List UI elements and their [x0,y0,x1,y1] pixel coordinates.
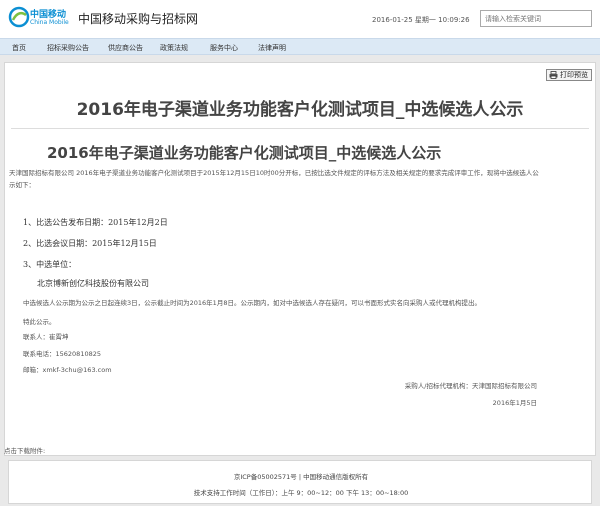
nav-item-home[interactable]: 首页 [12,43,26,53]
footer-copyright: 京ICP备05002571号 | 中国移动通信版权所有 [233,473,369,481]
list-item-winning-unit: 3、中选单位： [23,260,77,269]
list-item-notice-date: 1、比选公告发布日期：2015年12月2日 [23,218,168,227]
nav-item-legal[interactable]: 法律声明 [258,43,286,53]
site-header: 中国移动 China Mobile 中国移动采购与招标网 2016-01-25 … [0,0,600,38]
nav-item-policies[interactable]: 政策法规 [160,43,188,53]
article-intro: 天津国际招标有限公司 2016年电子渠道业务功能客户化测试项目于2015年12月… [9,169,539,189]
china-mobile-logo-icon [8,6,30,28]
title-divider [11,128,589,129]
site-title: 中国移动采购与招标网 [78,12,199,26]
contact-person: 联系人：崔霄坤 [23,333,69,341]
winning-company: 北京博新创亿科技股份有限公司 [37,279,149,288]
china-mobile-logo[interactable]: 中国移动 China Mobile [8,5,69,31]
list-item-meeting-date: 2、比选会议日期：2015年12月15日 [23,239,157,248]
printer-icon [549,71,558,79]
publicity-notice: 中选候选人公示期为公示之日起连续3日，公示截止时间为2016年1月8日。公示期内… [23,299,481,307]
logo-text-en: China Mobile [30,19,69,26]
current-datetime: 2016-01-25 星期一 10:09:26 [372,16,470,24]
contact-phone: 联系电话：15620810825 [23,350,101,358]
site-footer: 京ICP备05002571号 | 中国移动通信版权所有 技术支持工作时间（工作日… [8,460,592,504]
contact-email: 邮箱：xmkf-3chu@163.com [23,366,112,374]
attachment-download-label: 点击下载附件: [4,447,46,455]
print-preview-button[interactable]: 打印预览 [546,69,592,81]
nav-item-service-center[interactable]: 服务中心 [210,43,238,53]
main-nav: 首页 招标采购公告 供应商公告 政策法规 服务中心 法律声明 [0,38,600,55]
publish-date: 2016年1月5日 [492,399,537,407]
article-title: 2016年电子渠道业务功能客户化测试项目_中选候选人公示 [47,144,442,162]
closing-text: 特此公示。 [23,318,56,326]
footer-support-hours: 技术支持工作时间（工作日）：上午 9：00~12：00 下午 13：00~18:… [193,489,409,497]
print-preview-label: 打印预览 [560,71,588,79]
nav-item-procurement-notices[interactable]: 招标采购公告 [47,43,89,53]
nav-item-supplier-notices[interactable]: 供应商公告 [108,43,143,53]
page-title: 2016年电子渠道业务功能客户化测试项目_中选候选人公示 [76,100,524,120]
signature: 采购人/招标代理机构：天津国际招标有限公司 [404,382,537,390]
search-input[interactable] [480,10,592,27]
article-panel: 打印预览 2016年电子渠道业务功能客户化测试项目_中选候选人公示 2016年电… [4,62,596,456]
